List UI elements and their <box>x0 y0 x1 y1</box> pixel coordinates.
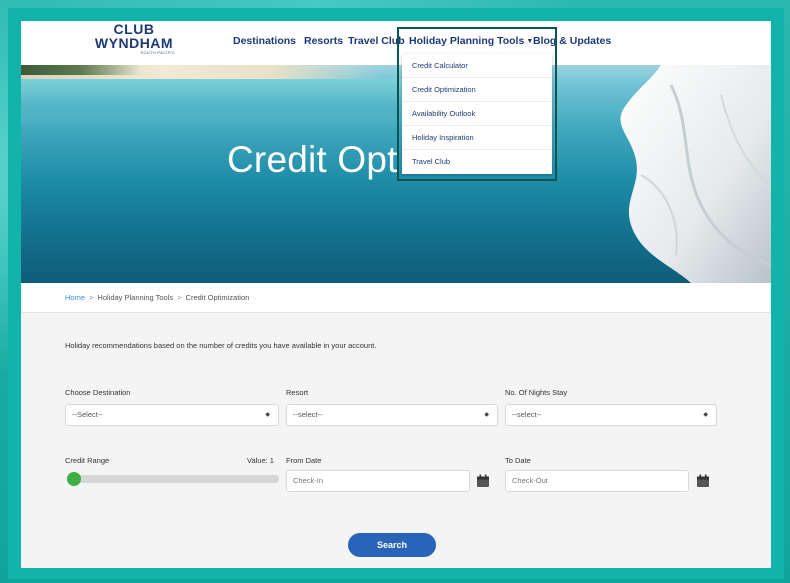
credit-range-value: Value: 1 <box>247 456 274 465</box>
bathrobe-image <box>571 65 771 283</box>
calendar-icon <box>697 474 709 487</box>
breadcrumb: Home > Holiday Planning Tools > Credit Optim… <box>65 293 249 302</box>
destination-select-value: --Select-- <box>72 410 103 419</box>
nav-resorts[interactable]: Resorts <box>304 35 343 47</box>
hero-trees <box>21 65 141 75</box>
breadcrumb-home[interactable]: Home <box>65 293 85 302</box>
select-arrows-icon: ◆ <box>265 412 270 418</box>
resort-select-value: --select-- <box>293 410 323 419</box>
club-wyndham-logo[interactable]: CLUB WYNDHAM SOUTH PACIFIC <box>79 22 189 63</box>
resort-select[interactable]: --select-- ◆ <box>286 404 498 426</box>
select-arrows-icon: ◆ <box>703 412 708 418</box>
destination-select[interactable]: --Select-- ◆ <box>65 404 279 426</box>
from-date-placeholder: Check-In <box>293 476 324 485</box>
hero-title: Credit Opt <box>227 139 398 180</box>
from-date-calendar-button[interactable] <box>473 470 493 492</box>
destination-label: Choose Destination <box>65 388 131 397</box>
form-intro: Holiday recommendations based on the num… <box>65 341 377 350</box>
credit-range-slider-thumb[interactable] <box>67 472 81 486</box>
nav-destinations[interactable]: Destinations <box>233 35 296 47</box>
logo-line-wyndham: WYNDHAM <box>94 35 174 51</box>
nights-select-value: --select-- <box>512 410 542 419</box>
breadcrumb-separator: > <box>177 293 182 302</box>
credit-range-slider[interactable] <box>67 472 279 486</box>
credit-range-label: Credit Range <box>65 456 110 465</box>
breadcrumb-separator: > <box>89 293 94 302</box>
resort-label: Resort <box>286 388 309 397</box>
breadcrumb-current: Credit Optimization <box>185 293 250 302</box>
menu-item-travel-club[interactable]: Travel Club <box>402 150 552 174</box>
menu-item-holiday-inspiration[interactable]: Holiday Inspiration <box>402 126 552 150</box>
from-date-input[interactable]: Check-In <box>286 470 470 492</box>
to-date-placeholder: Check-Out <box>512 476 548 485</box>
dropdown-highlight: Credit Calculator Credit Optimization Av… <box>397 27 557 181</box>
breadcrumb-section[interactable]: Holiday Planning Tools <box>97 293 173 302</box>
nights-select[interactable]: --select-- ◆ <box>505 404 717 426</box>
to-date-label: To Date <box>505 456 531 465</box>
hero-banner: Credit Opt <box>21 65 771 283</box>
breadcrumb-bar: Home > Holiday Planning Tools > Credit Optim… <box>21 283 771 313</box>
from-date-label: From Date <box>286 456 322 465</box>
menu-item-availability-outlook[interactable]: Availability Outlook <box>402 102 552 126</box>
site-header: CLUB WYNDHAM SOUTH PACIFIC Destinations … <box>21 21 771 65</box>
to-date-calendar-button[interactable] <box>693 470 713 492</box>
menu-item-credit-optimization[interactable]: Credit Optimization <box>402 78 552 102</box>
nights-label: No. Of Nights Stay <box>505 388 568 397</box>
search-button[interactable]: Search <box>348 533 436 557</box>
webpage: CLUB WYNDHAM SOUTH PACIFIC Destinations … <box>21 21 771 568</box>
credit-range-slider-bar <box>69 475 279 483</box>
menu-item-credit-calculator[interactable]: Credit Calculator <box>402 54 552 78</box>
credit-optimization-form: Holiday recommendations based on the num… <box>21 313 771 568</box>
holiday-planning-tools-menu: Credit Calculator Credit Optimization Av… <box>402 54 552 174</box>
to-date-input[interactable]: Check-Out <box>505 470 689 492</box>
select-arrows-icon: ◆ <box>484 412 489 418</box>
calendar-icon <box>477 474 489 487</box>
